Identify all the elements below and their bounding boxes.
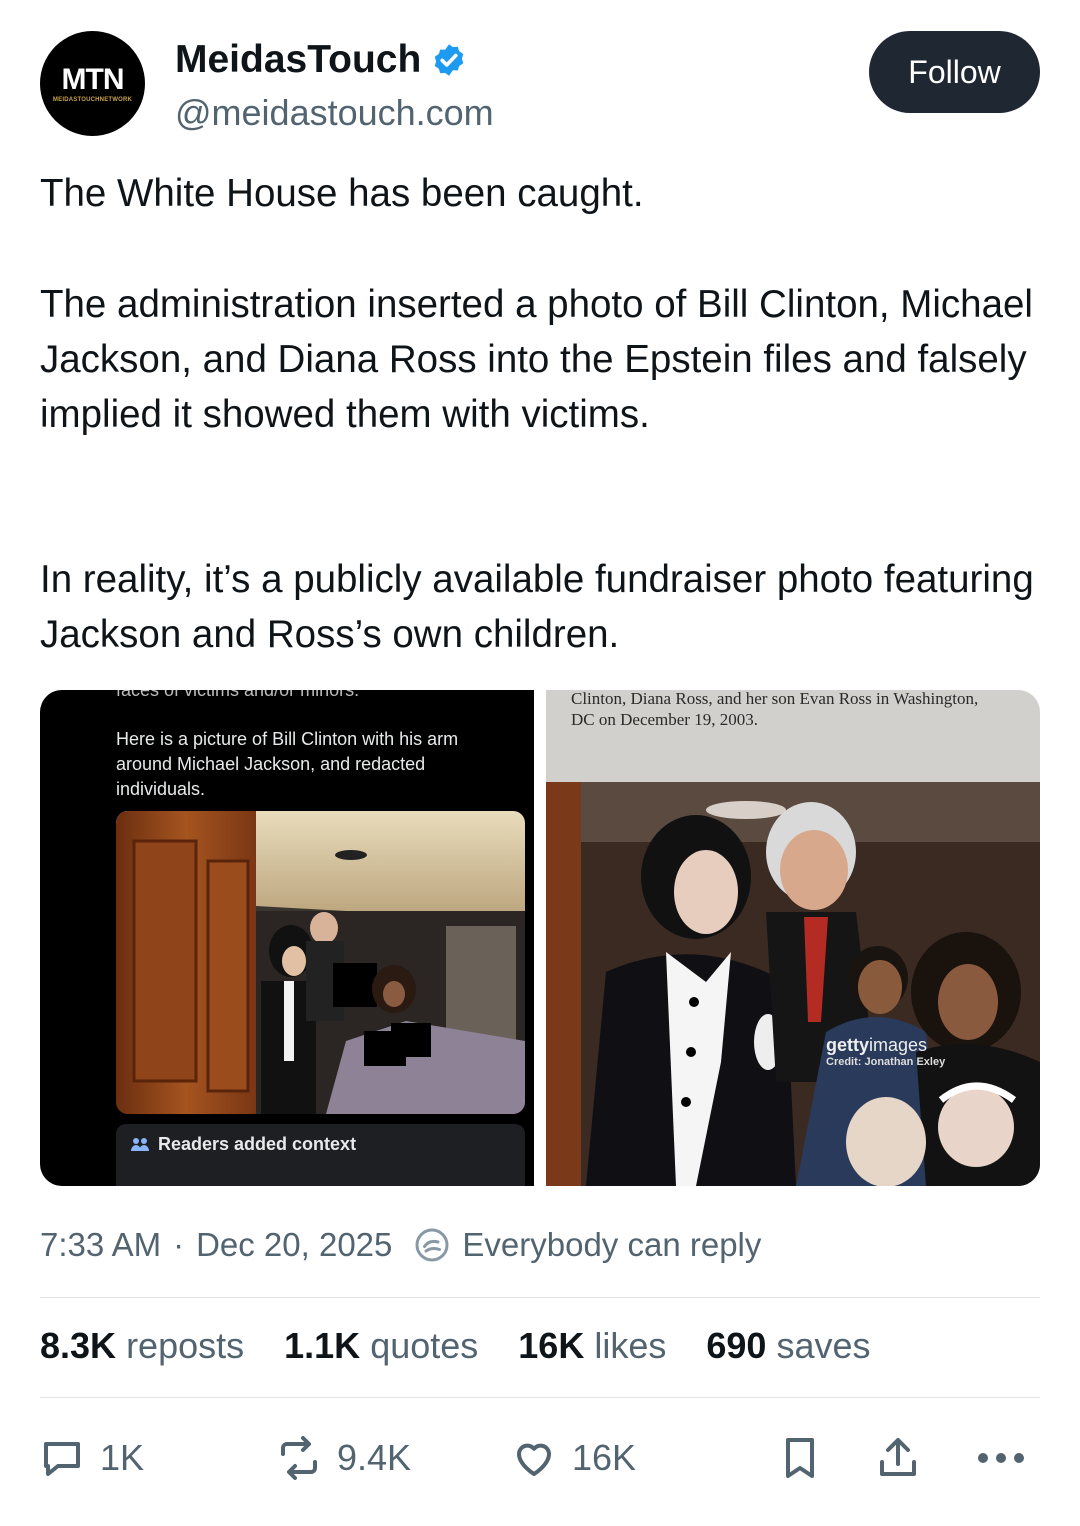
like-button[interactable]: 16K [510, 1430, 636, 1486]
author-avatar[interactable]: MTN MEIDASTOUCHNETWORK [40, 31, 145, 136]
reply-setting: Everybody can reply [462, 1226, 762, 1263]
embedded-photo-2 [546, 782, 1040, 1186]
stat-saves[interactable]: 690 saves [706, 1325, 870, 1367]
author-name[interactable]: MeidasTouch [175, 38, 421, 82]
meta-separator: · [173, 1226, 185, 1263]
follow-button[interactable]: Follow [869, 31, 1040, 113]
verified-badge-icon [435, 44, 464, 76]
share-button[interactable] [874, 1430, 922, 1486]
repost-button[interactable]: 9.4K [275, 1430, 411, 1486]
post-stats: 8.3K reposts 1.1K quotes 16K likes 690 s… [40, 1325, 871, 1367]
heart-icon [517, 1443, 551, 1476]
post-time[interactable]: 7:33 AM [40, 1226, 161, 1264]
repost-count: 9.4K [337, 1437, 412, 1478]
more-options-button[interactable] [973, 1430, 1029, 1486]
post-text-paragraph-1: The White House has been caught. [40, 172, 644, 215]
repost-icon [281, 1436, 317, 1480]
author-handle[interactable]: @meidastouch.com [175, 92, 494, 134]
getty-watermark: gettyimages [826, 1035, 928, 1055]
stat-quotes[interactable]: 1.1K quotes [284, 1325, 478, 1367]
post-text-paragraph-2: The administration inserted a photo of B… [40, 283, 1033, 436]
media-image-left[interactable]: faces of victims and/or minors. Here is … [40, 690, 534, 1186]
divider-top [40, 1297, 1040, 1298]
reply-count: 1K [100, 1437, 145, 1478]
share-icon [880, 1438, 916, 1476]
context-label: Readers added context [158, 1134, 357, 1154]
post-text-paragraph-3: In reality, it’s a publicly available fu… [40, 558, 1034, 656]
bookmark-icon [786, 1438, 814, 1478]
post-media[interactable]: faces of victims and/or minors. Here is … [40, 690, 1040, 1186]
avatar-subtext: MEIDASTOUCHNETWORK [52, 96, 133, 103]
more-icon [978, 1453, 1024, 1463]
photo-caption: Clinton, Diana Ross, and her son Evan Ro… [571, 690, 979, 729]
readers-added-context[interactable]: Readers added context [116, 1124, 525, 1186]
post-meta: 7:33 AM · Dec 20, 2025 Everybody can rep… [40, 1226, 761, 1264]
media-image-right[interactable]: Clinton, Diana Ross, and her son Evan Ro… [546, 690, 1040, 1186]
people-icon [131, 1137, 149, 1151]
like-count: 16K [572, 1437, 637, 1478]
divider-bottom [40, 1397, 1040, 1398]
action-bar: 1K 9.4K 16K [0, 1430, 1080, 1490]
avatar-logo: MTN [61, 62, 125, 96]
photo-credit: Credit: Jonathan Exley [826, 1056, 946, 1068]
author-name-row[interactable]: MeidasTouch [175, 38, 467, 82]
screenshot-caption: Here is a picture of Bill Clinton with h… [116, 729, 459, 799]
screenshot-cut-text: faces of victims and/or minors. [116, 690, 360, 700]
reply-setting-icon [415, 1228, 449, 1262]
stat-likes[interactable]: 16K likes [518, 1325, 666, 1367]
bookmark-button[interactable] [776, 1430, 824, 1486]
reply-icon [44, 1442, 80, 1476]
reply-button[interactable]: 1K [38, 1430, 144, 1486]
post-date[interactable]: Dec 20, 2025 [196, 1226, 392, 1264]
embedded-photo [116, 811, 525, 1114]
stat-reposts[interactable]: 8.3K reposts [40, 1325, 244, 1367]
